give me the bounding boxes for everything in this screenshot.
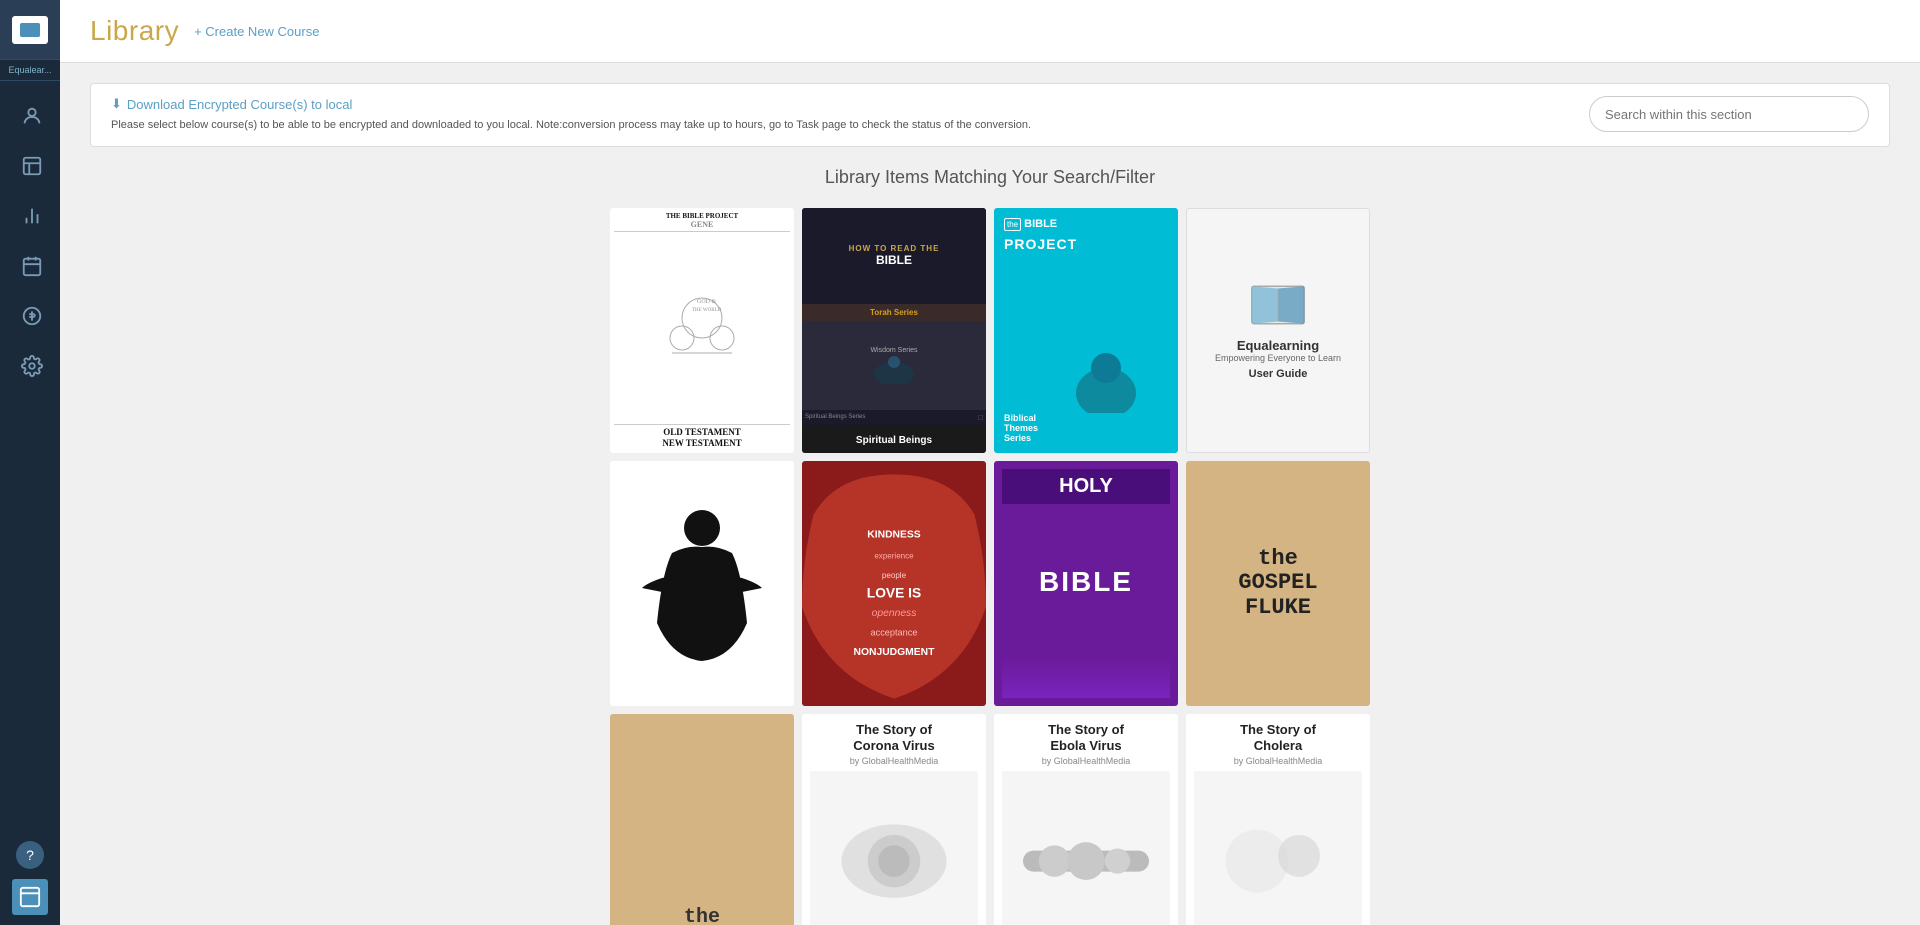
cholera-title: The Story of Cholera xyxy=(1194,722,1362,753)
courses-grid: THE BIBLE PROJECTGENE GOD & THE WORLD OL… xyxy=(610,208,1370,925)
equalearning-book-icon xyxy=(1248,280,1308,330)
bible-label: BIBLE xyxy=(1002,507,1170,658)
svg-text:openness: openness xyxy=(872,608,917,619)
card-top-section: HOW TO READ THE BIBLE xyxy=(802,208,986,305)
ebola-by: by GlobalHealthMedia xyxy=(1002,756,1170,766)
bible-decoration xyxy=(1002,658,1170,698)
course-the-book[interactable]: theBOOK xyxy=(610,714,794,925)
sidebar-logo[interactable] xyxy=(0,0,60,60)
gospel-title-text: theGOSPELFLUKE xyxy=(1238,547,1317,620)
corona-by: by GlobalHealthMedia xyxy=(810,756,978,766)
ebola-image xyxy=(1002,771,1170,925)
sidebar-item-billing[interactable] xyxy=(0,291,60,341)
settings-icon xyxy=(21,355,43,377)
course-holy-bible[interactable]: HOLY BIBLE xyxy=(994,461,1178,706)
course-corona-virus[interactable]: The Story of Corona Virus by GlobalHealt… xyxy=(802,714,986,925)
svg-text:LOVE IS: LOVE IS xyxy=(867,585,921,600)
course-bible-old-new[interactable]: THE BIBLE PROJECTGENE GOD & THE WORLD OL… xyxy=(610,208,794,453)
download-info: ⬇ Download Encrypted Course(s) to local … xyxy=(111,96,1569,134)
card-mid-area: GOD & THE WORLD xyxy=(614,232,790,425)
corona-image xyxy=(810,771,978,925)
svg-text:NONJUDGMENT: NONJUDGMENT xyxy=(854,647,936,658)
sidebar-item-user[interactable] xyxy=(0,91,60,141)
sidebar-item-courses[interactable] xyxy=(0,141,60,191)
svg-text:people: people xyxy=(882,571,907,580)
course-how-to-read[interactable]: HOW TO READ THE BIBLE Torah Series Wisdo… xyxy=(802,208,986,453)
card-wisdom: Wisdom Series xyxy=(802,321,986,410)
card-spiritual-title: Spiritual Beings xyxy=(802,425,986,453)
love-is-figure-icon: KINDNESS experience people LOVE IS openn… xyxy=(802,461,986,706)
content-area: ⬇ Download Encrypted Course(s) to local … xyxy=(60,63,1920,925)
card-sub-title: BiblicalThemesSeries xyxy=(1004,413,1168,443)
equalearning-guide-label: User Guide xyxy=(1249,368,1308,380)
card-bottom-text: OLD TESTAMENTNEW TESTAMENT xyxy=(614,424,790,449)
sidebar-nav xyxy=(0,81,60,841)
cholera-by: by GlobalHealthMedia xyxy=(1194,756,1362,766)
ebola-title: The Story of Ebola Virus xyxy=(1002,722,1170,753)
svg-text:KINDNESS: KINDNESS xyxy=(867,529,920,540)
download-bar: ⬇ Download Encrypted Course(s) to local … xyxy=(90,83,1890,147)
svg-text:THE WORLD: THE WORLD xyxy=(692,308,722,313)
sidebar-brand-text: Equalear... xyxy=(0,60,60,81)
course-ebola-virus[interactable]: The Story of Ebola Virus by GlobalHealth… xyxy=(994,714,1178,925)
cholera-image xyxy=(1194,771,1362,925)
corona-title: The Story of Corona Virus xyxy=(810,722,978,753)
svg-text:GOD &: GOD & xyxy=(697,299,716,305)
sidebar-item-calendar[interactable] xyxy=(0,241,60,291)
jesus-silhouette-icon xyxy=(642,503,762,663)
course-cholera[interactable]: The Story of Cholera by GlobalHealthMedi… xyxy=(1186,714,1370,925)
billing-icon xyxy=(21,305,43,327)
section-title: Library Items Matching Your Search/Filte… xyxy=(90,167,1890,188)
sidebar: Equalear... xyxy=(0,0,60,925)
course-biblical-themes[interactable]: the BIBLE PROJECT BiblicalThemesSeries xyxy=(994,208,1178,453)
courses-icon xyxy=(21,155,43,177)
equalearning-title: Equalearning xyxy=(1237,338,1319,353)
analytics-icon xyxy=(21,205,43,227)
course-gospel-fluke[interactable]: theGOSPELFLUKE xyxy=(1186,461,1370,706)
course-equalearning-guide[interactable]: Equalearning Empowering Everyone to Lear… xyxy=(1186,208,1370,453)
course-love-is[interactable]: KINDNESS experience people LOVE IS openn… xyxy=(802,461,986,706)
avatar[interactable] xyxy=(12,879,48,915)
help-button[interactable]: ? xyxy=(16,841,44,869)
download-link[interactable]: ⬇ Download Encrypted Course(s) to local xyxy=(111,96,1569,112)
header: Library + Create New Course xyxy=(60,0,1920,63)
download-description: Please select below course(s) to be able… xyxy=(111,117,1569,134)
page-title: Library xyxy=(90,15,179,47)
create-new-course-link[interactable]: + Create New Course xyxy=(194,24,319,39)
card-top-text: THE BIBLE PROJECTGENE xyxy=(614,212,790,232)
card-torah: Torah Series xyxy=(802,304,986,321)
sidebar-item-settings[interactable] xyxy=(0,341,60,391)
holy-label: HOLY xyxy=(1002,469,1170,504)
sidebar-item-analytics[interactable] xyxy=(0,191,60,241)
search-box xyxy=(1589,96,1869,132)
equalearning-subtitle: Empowering Everyone to Learn xyxy=(1215,353,1341,363)
search-input[interactable] xyxy=(1589,96,1869,132)
logo-icon xyxy=(12,16,48,44)
book-title-text: theBOOK xyxy=(678,907,726,925)
download-icon: ⬇ xyxy=(111,96,122,112)
main-content: Library + Create New Course ⬇ Download E… xyxy=(60,0,1920,925)
course-jesus-silhouette[interactable] xyxy=(610,461,794,706)
calendar-icon xyxy=(21,255,43,277)
card-spiritual: Spiritual Beings Series □ xyxy=(802,410,986,425)
bp-header: the BIBLE xyxy=(1004,218,1168,231)
svg-text:acceptance: acceptance xyxy=(870,627,917,637)
sidebar-bottom: ? xyxy=(0,841,60,925)
user-icon xyxy=(21,105,43,127)
svg-text:experience: experience xyxy=(874,551,914,560)
avatar-icon xyxy=(19,886,41,908)
bp-image-area xyxy=(1004,252,1168,413)
